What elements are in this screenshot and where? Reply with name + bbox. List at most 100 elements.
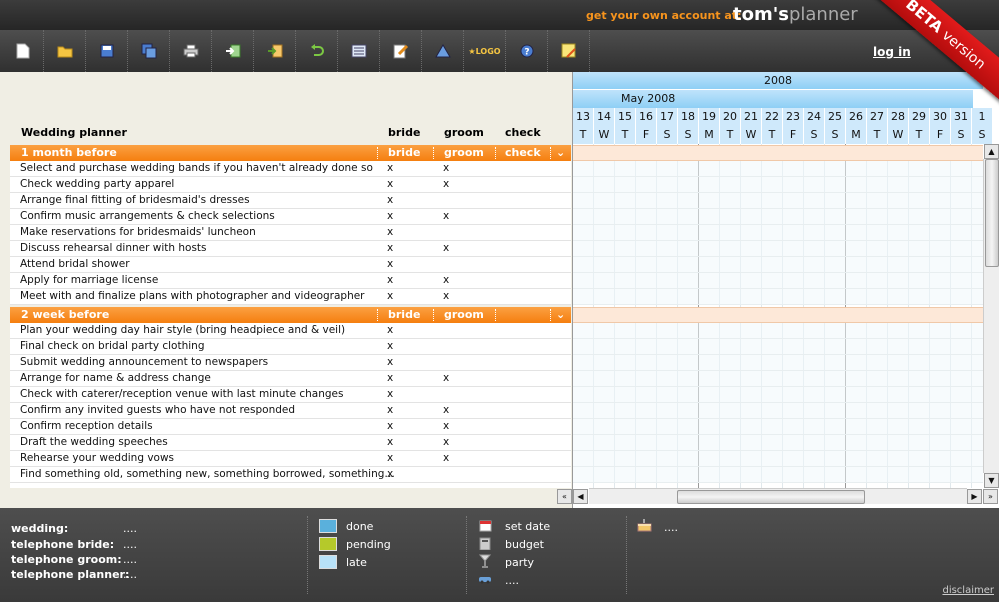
car-icon [478, 572, 492, 586]
horizontal-scrollbar[interactable] [589, 488, 967, 504]
edit-icon [393, 43, 409, 59]
table-row[interactable]: Make reservations for bridesmaids' lunch… [10, 225, 571, 241]
table-row[interactable]: Arrange for name & address change x x [10, 371, 571, 387]
horizontal-scroll-thumb[interactable] [677, 490, 865, 504]
group-header-1-month[interactable]: 1 month before bride groom check ⌄ [10, 145, 571, 161]
gantt-task-row[interactable] [573, 193, 983, 209]
scroll-last-button[interactable]: » [983, 489, 998, 504]
gantt-chart: 2008 May 2008 13 T 14 W 15 T 16 F 17 S 18 S 19 M 20 T 21… [572, 72, 999, 508]
weekday-cell: F [636, 126, 657, 144]
chevron-down-icon[interactable]: ⌄ [556, 146, 565, 159]
scroll-down-button[interactable]: ▼ [984, 473, 999, 488]
table-row[interactable]: Plan your wedding day hair style (bring … [10, 323, 571, 339]
table-row[interactable]: Find something old, something new, somet… [10, 467, 571, 483]
table-row[interactable]: Final check on bridal party clothing x [10, 339, 571, 355]
month-header: May 2008 [573, 90, 973, 108]
table-row[interactable]: Apply for marriage license x x [10, 273, 571, 289]
gantt-group-row[interactable] [573, 307, 983, 323]
import-button[interactable] [212, 30, 254, 72]
table-row[interactable]: Rehearse your wedding vows x x [10, 451, 571, 467]
telephone-planner-value[interactable]: .... [123, 568, 137, 581]
gantt-task-row[interactable] [573, 371, 983, 387]
brand-logo[interactable]: tom'splanner [733, 4, 858, 25]
vertical-scroll-thumb[interactable] [985, 159, 999, 267]
table-row[interactable]: Check wedding party apparel x x [10, 177, 571, 193]
col-check-header[interactable]: check [505, 126, 541, 139]
undo-button[interactable] [296, 30, 338, 72]
scroll-first-button[interactable]: « [557, 489, 572, 504]
wedding-value[interactable]: .... [123, 522, 137, 535]
table-row[interactable]: Draft the wedding speeches x x [10, 435, 571, 451]
gantt-task-row[interactable] [573, 435, 983, 451]
col-bride-header[interactable]: bride [388, 126, 420, 139]
login-link[interactable]: log in [873, 45, 911, 59]
disclaimer-link[interactable]: disclaimer [942, 585, 994, 596]
weekday-cell: T [867, 126, 888, 144]
scroll-right-button[interactable]: ▶ [967, 489, 982, 504]
save-as-icon [141, 43, 157, 59]
gantt-task-row[interactable] [573, 451, 983, 467]
help-button[interactable]: ? [506, 30, 548, 72]
table-row[interactable]: Attend bridal shower x [10, 257, 571, 273]
edit-button[interactable] [380, 30, 422, 72]
save-button[interactable] [86, 30, 128, 72]
promo-text: get your own account at: [586, 9, 742, 22]
logo-icon: ★LOGO [468, 46, 501, 56]
logo-button[interactable]: ★LOGO [464, 30, 506, 72]
gantt-task-row[interactable] [573, 339, 983, 355]
open-button[interactable] [44, 30, 86, 72]
gantt-task-row[interactable] [573, 241, 983, 257]
telephone-bride-value[interactable]: .... [123, 538, 137, 551]
gantt-group-row[interactable] [573, 145, 983, 161]
gantt-task-row[interactable] [573, 161, 983, 177]
note-button[interactable] [548, 30, 590, 72]
weekday-cell: T [762, 126, 783, 144]
legend-done-swatch [319, 519, 337, 533]
budget-label: budget [505, 538, 544, 551]
gantt-task-row[interactable] [573, 419, 983, 435]
table-row[interactable]: Confirm music arrangements & check selec… [10, 209, 571, 225]
footer: wedding: .... telephone bride: .... tele… [0, 508, 999, 602]
legend-late-swatch [319, 555, 337, 569]
table-row[interactable]: Select and purchase wedding bands if you… [10, 161, 571, 177]
export-button[interactable] [254, 30, 296, 72]
group-bride: bride [388, 146, 421, 159]
gantt-task-row[interactable] [573, 177, 983, 193]
table-row[interactable]: Meet with and finalize plans with photog… [10, 289, 571, 305]
telephone-groom-label: telephone groom: [11, 553, 122, 566]
gantt-task-row[interactable] [573, 355, 983, 371]
gantt-task-row[interactable] [573, 403, 983, 419]
table-row[interactable]: Discuss rehearsal dinner with hosts x x [10, 241, 571, 257]
vertical-scrollbar[interactable] [983, 159, 999, 473]
group-groom: groom [444, 308, 484, 321]
gantt-task-row[interactable] [573, 273, 983, 289]
print-button[interactable] [170, 30, 212, 72]
table-row[interactable]: Confirm reception details x x [10, 419, 571, 435]
zoom-button[interactable] [422, 30, 464, 72]
table-row[interactable]: Arrange final fitting of bridesmaid's dr… [10, 193, 571, 209]
group-header-2-week[interactable]: 2 week before bride groom ⌄ [10, 307, 571, 323]
chevron-down-icon[interactable]: ⌄ [556, 308, 565, 321]
gantt-task-row[interactable] [573, 323, 983, 339]
legend-pending-label: pending [346, 538, 391, 551]
gantt-task-row[interactable] [573, 257, 983, 273]
gantt-task-row[interactable] [573, 209, 983, 225]
printer-icon [183, 43, 199, 59]
table-row[interactable]: Confirm any invited guests who have not … [10, 403, 571, 419]
table-row[interactable]: Check with caterer/reception venue with … [10, 387, 571, 403]
scroll-left-button[interactable]: ◀ [573, 489, 588, 504]
table-row[interactable]: Submit wedding announcement to newspaper… [10, 355, 571, 371]
col-groom-header[interactable]: groom [444, 126, 484, 139]
gantt-task-row[interactable] [573, 467, 983, 483]
gantt-task-row[interactable] [573, 289, 983, 305]
group-rows-1: Select and purchase wedding bands if you… [10, 161, 571, 305]
new-button[interactable] [2, 30, 44, 72]
gantt-task-row[interactable] [573, 387, 983, 403]
save-as-button[interactable] [128, 30, 170, 72]
day-number-cell: 30 [930, 108, 951, 126]
legend-done-label: done [346, 520, 374, 533]
view-button[interactable] [338, 30, 380, 72]
scroll-up-button[interactable]: ▲ [984, 144, 999, 159]
gantt-task-row[interactable] [573, 225, 983, 241]
telephone-groom-value[interactable]: .... [123, 553, 137, 566]
